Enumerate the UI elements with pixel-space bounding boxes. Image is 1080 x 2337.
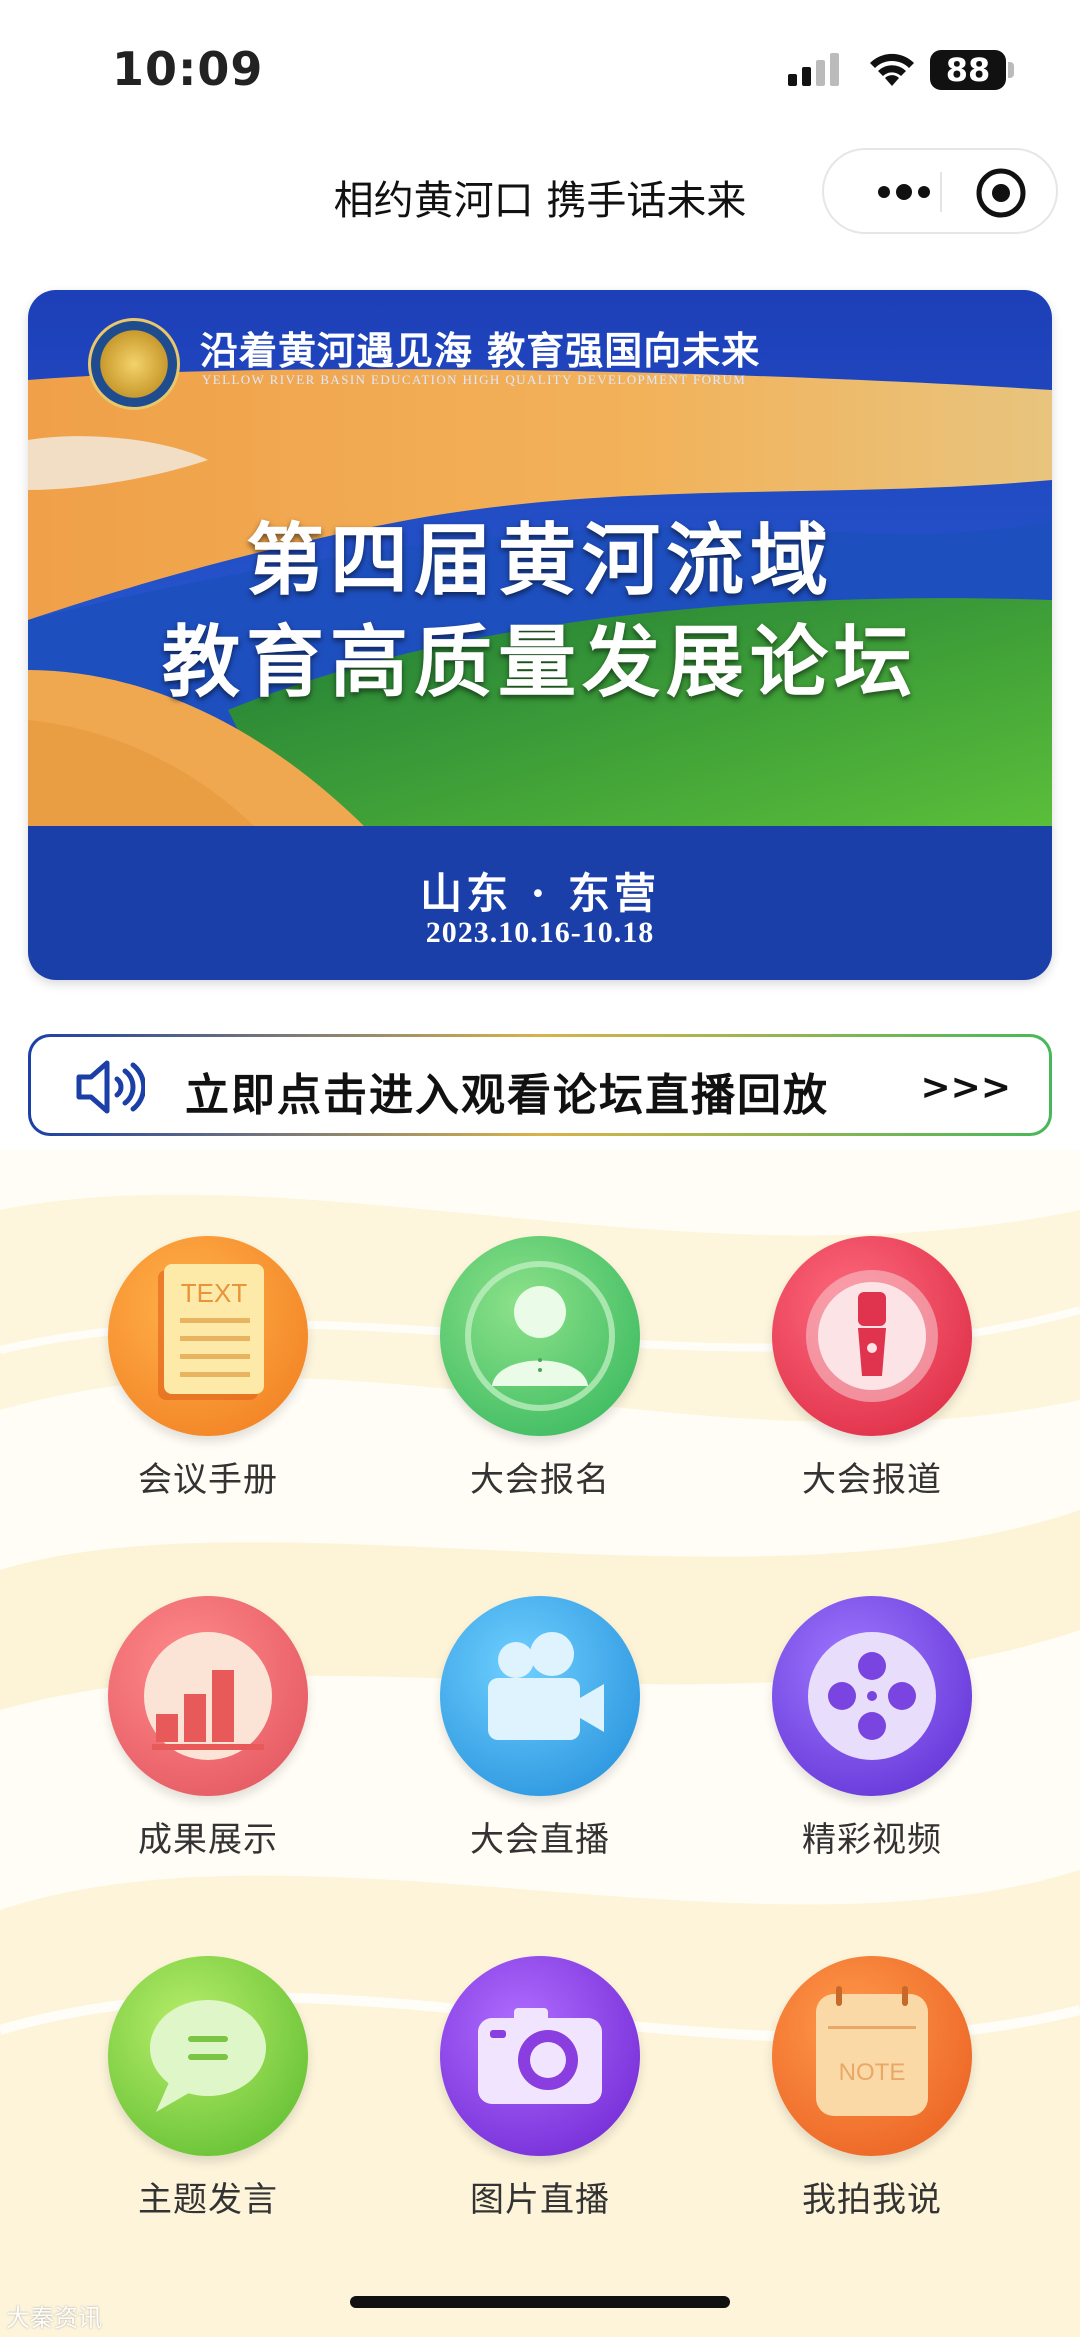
film-reel-icon (772, 1596, 972, 1796)
battery-tip (1008, 62, 1014, 78)
menu-label: 大会报名 (470, 1460, 610, 1500)
menu-item-photo-live[interactable]: 图片直播 (430, 1956, 650, 2221)
menu-label: 会议手册 (138, 1460, 278, 1500)
banner-title-line2: 教育高质量发展论坛 (161, 617, 918, 708)
menu-item-videos[interactable]: 精彩视频 (762, 1596, 982, 1861)
svg-text:NOTE: NOTE (839, 2059, 906, 2086)
menu-item-my-shots[interactable]: NOTE 我拍我说 (762, 1956, 982, 2221)
banner-date: 2023.10.16-10.18 (425, 916, 655, 949)
status-time: 10:09 (112, 42, 264, 96)
cellular-signal-icon (788, 53, 839, 86)
menu-label: 图片直播 (470, 2180, 610, 2220)
battery-level: 88 (930, 50, 1006, 90)
menu-label: 大会直播 (470, 1820, 610, 1860)
person-icon (440, 1236, 640, 1436)
banner-location: 山东 · 东营 (420, 869, 660, 918)
menu-label: 我拍我说 (802, 2180, 942, 2220)
menu-item-news[interactable]: 大会报道 (762, 1236, 982, 1501)
live-replay-button[interactable]: 立即点击进入观看论坛直播回放 >>> (28, 1034, 1052, 1136)
chat-bubble-icon (108, 1956, 308, 2156)
speaker-icon (76, 1060, 145, 1114)
miniprogram-capsule (822, 148, 1058, 234)
note-icon: NOTE (772, 1956, 972, 2156)
live-replay-arrows: >>> (920, 1067, 1012, 1108)
banner-slogan-english: YELLOW RIVER BASIN EDUCATION HIGH QUALIT… (202, 372, 747, 387)
banner-title-line1: 第四届黄河流域 (245, 515, 834, 606)
menu-item-registration[interactable]: 大会报名 (430, 1236, 650, 1501)
menu-label: 成果展示 (138, 1820, 278, 1860)
forum-logo (88, 318, 180, 410)
microphone-icon (772, 1236, 972, 1436)
banner-slogan: 沿着黄河遇见海 教育强国向未来 (200, 328, 761, 373)
watermark: 大秦资讯 (6, 2304, 102, 2332)
menu-item-handbook[interactable]: TEXT 会议手册 (98, 1236, 318, 1501)
menu-label: 大会报道 (802, 1460, 942, 1500)
menu-item-live[interactable]: 大会直播 (430, 1596, 650, 1861)
camera-icon (440, 1956, 640, 2156)
svg-text:TEXT: TEXT (181, 1278, 248, 1308)
document-text-icon: TEXT (108, 1236, 308, 1436)
menu-item-achievements[interactable]: 成果展示 (98, 1596, 318, 1861)
home-indicator[interactable] (350, 2296, 730, 2308)
menu-label: 精彩视频 (802, 1820, 942, 1860)
wifi-icon (870, 53, 914, 86)
video-camera-icon (440, 1596, 640, 1796)
status-bar: 10:09 88 (0, 0, 1080, 130)
more-icon[interactable] (860, 170, 950, 214)
capsule-divider (940, 172, 942, 212)
forum-banner[interactable]: 沿着黄河遇见海 教育强国向未来 YELLOW RIVER BASIN EDUCA… (28, 290, 1052, 980)
bar-chart-icon (108, 1596, 308, 1796)
live-replay-label: 立即点击进入观看论坛直播回放 (185, 1070, 829, 1121)
menu-item-keynote[interactable]: 主题发言 (98, 1956, 318, 2221)
close-miniprogram-icon[interactable] (974, 166, 1028, 220)
menu-label: 主题发言 (138, 2180, 278, 2220)
